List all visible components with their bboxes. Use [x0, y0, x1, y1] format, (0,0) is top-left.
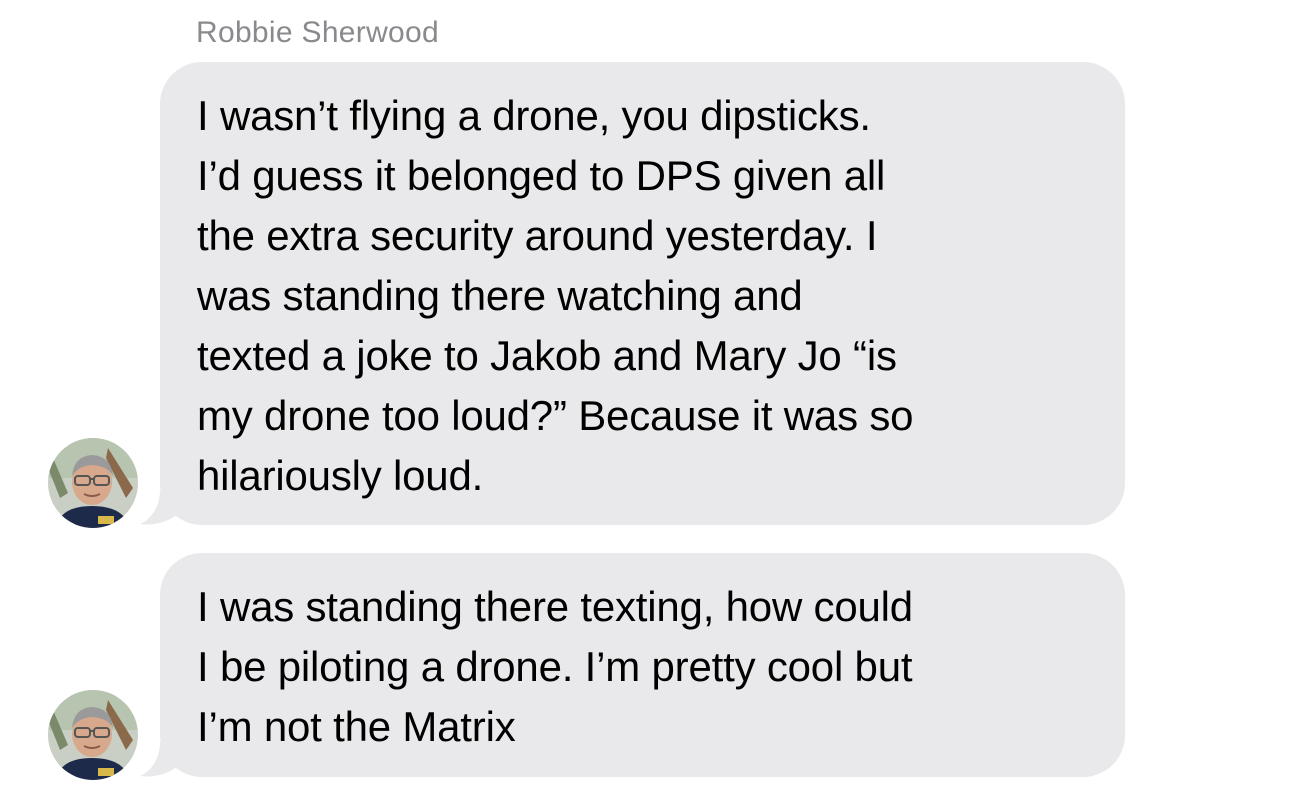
message-bubble-1[interactable]: I wasn’t flying a drone, you dipsticks. …: [160, 62, 1125, 525]
message-line: hilariously loud.: [197, 452, 484, 499]
message-line: was standing there watching and: [197, 272, 803, 319]
message-line: I be piloting a drone. I’m pretty cool b…: [197, 643, 913, 690]
message-line: the extra security around yesterday. I: [197, 212, 878, 259]
message-bubble-2[interactable]: I was standing there texting, how could …: [160, 553, 1125, 777]
message-line: texted a joke to Jakob and Mary Jo “is: [197, 332, 897, 379]
avatar-photo-icon: [48, 690, 138, 780]
message-line: my drone too loud?” Because it was so: [197, 392, 914, 439]
avatar-photo-icon: [48, 438, 138, 528]
message-line: I’m not the Matrix: [197, 703, 516, 750]
message-line: I’d guess it belonged to DPS given all: [197, 152, 886, 199]
message-line: I was standing there texting, how could: [197, 583, 913, 630]
sender-avatar[interactable]: [48, 438, 138, 528]
sender-avatar[interactable]: [48, 690, 138, 780]
message-line: I wasn’t flying a drone, you dipsticks.: [197, 92, 871, 139]
sender-name: Robbie Sherwood: [196, 16, 439, 49]
